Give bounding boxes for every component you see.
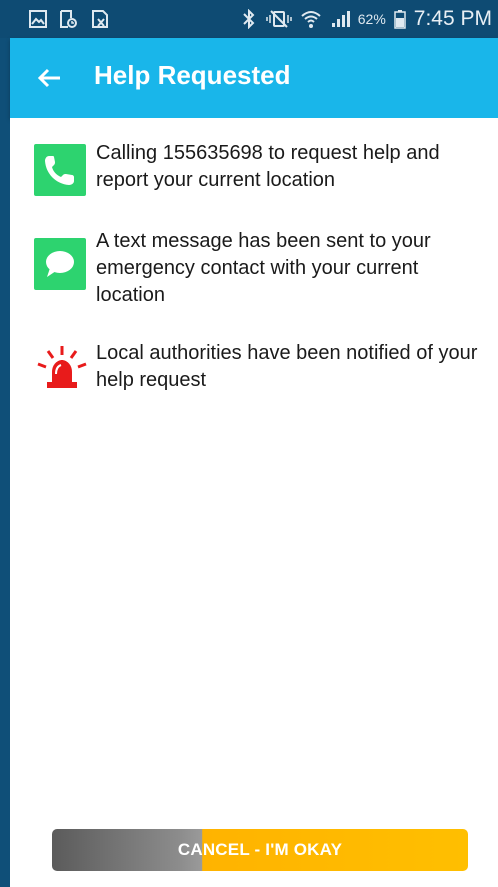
wifi-icon: [301, 11, 321, 28]
gallery-icon: [29, 10, 47, 28]
phone-screen: 62% 7:45 PM Help Requested Calling 15563…: [0, 0, 498, 887]
back-button[interactable]: [34, 62, 66, 94]
siren-icon: [34, 344, 87, 396]
status-time: 7:45 PM: [413, 7, 492, 30]
content-area: Calling 155635698 to request help and re…: [10, 118, 498, 887]
signal-icon: [331, 11, 350, 27]
status-bar-right: 62% 7:45 PM: [240, 0, 492, 38]
notification-item-call: Calling 155635698 to request help and re…: [34, 140, 490, 200]
cancel-label: CANCEL - I'M OKAY: [177, 840, 343, 859]
arrow-left-icon: [37, 68, 60, 88]
phone-icon: [34, 144, 86, 196]
cancel-slider[interactable]: CANCEL - I'M OKAY: [52, 829, 468, 871]
page-title: Help Requested: [94, 60, 291, 90]
notification-item-authorities: Local authorities have been notified of …: [34, 340, 490, 400]
notification-text: Local authorities have been notified of …: [96, 342, 478, 391]
notification-text: A text message has been sent to your eme…: [96, 230, 431, 306]
clipboard-clock-icon: [60, 10, 77, 28]
notification-item-text-message: A text message has been sent to your eme…: [34, 228, 490, 310]
bluetooth-icon: [243, 9, 255, 29]
battery-icon: [394, 10, 406, 29]
vibrate-mute-icon: [266, 10, 292, 28]
notification-text: Calling 155635698 to request help and re…: [96, 142, 440, 191]
excel-file-icon: [92, 10, 108, 28]
battery-percent: 62%: [357, 11, 386, 27]
app-bar: Help Requested: [10, 38, 498, 118]
chat-bubble-icon: [34, 238, 86, 290]
status-bar: 62% 7:45 PM: [0, 0, 498, 38]
